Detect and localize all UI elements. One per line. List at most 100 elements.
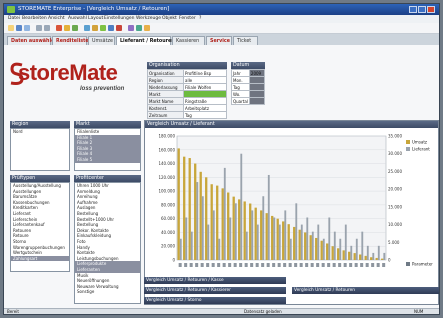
datum-value[interactable]: 2009	[248, 69, 266, 77]
tab-kassieren[interactable]: Kassieren	[172, 36, 205, 45]
x-tick-marker	[349, 263, 353, 267]
view-tab-umsatz-retouren[interactable]: Vergleich Umsatz / Retouren	[292, 287, 439, 294]
y2-tick-label: 30.000	[388, 151, 402, 156]
y-tick-label: 20.000	[161, 244, 175, 249]
y2-tick-label: 10.000	[388, 222, 402, 227]
chart-header: Vergleich Umsatz / Lieferant	[145, 121, 438, 128]
org-label: Region	[147, 76, 184, 84]
view-tab-umsatz-storno[interactable]: Vergleich Umsatz / Storno	[144, 297, 286, 304]
cut-icon[interactable]	[56, 25, 62, 31]
export-icon[interactable]	[128, 25, 134, 31]
org-value[interactable]: Arbeitsplatz	[183, 104, 227, 112]
refresh-icon[interactable]	[100, 25, 106, 31]
list-item[interactable]: Zahlungsart	[11, 255, 69, 262]
bar-umsatz	[293, 226, 296, 260]
mail-icon[interactable]	[136, 25, 142, 31]
profitcenter-list[interactable]: Uhren 1000 Uhr Anmeldung Anreihung Aufhahme…	[74, 182, 141, 304]
minimize-button[interactable]	[409, 6, 417, 13]
org-value[interactable]: alle	[183, 76, 227, 84]
parameter-label: Parameter	[412, 262, 433, 267]
bar-umsatz	[315, 237, 318, 260]
view-tab-umsatz-retouren-kassierer[interactable]: Vergleich Umsatz / Retouren / Kassierer	[144, 287, 286, 294]
datum-row: Wo.	[231, 90, 266, 98]
x-tick-marker	[228, 263, 232, 267]
menu-bearbeiten[interactable]: Bearbeiten	[22, 16, 47, 21]
x-tick-marker	[382, 263, 386, 267]
redo-icon[interactable]	[44, 25, 50, 31]
menu-werkzeuge[interactable]: Werkzeuge	[136, 16, 161, 21]
print-icon[interactable]	[24, 25, 30, 31]
menu-datei[interactable]: Datei	[8, 16, 20, 21]
list-item[interactable]: Filiale 5	[75, 156, 140, 163]
view-tab-umsatz-retouren-kasse[interactable]: Vergleich Umsatz / Retouren / Kasse	[144, 277, 286, 284]
close-button[interactable]	[427, 6, 435, 13]
app-window: STOREMATE Enterprise - [Vergleich Umsatz…	[3, 3, 440, 315]
bar-lieferant	[322, 238, 325, 260]
prueftypen-list[interactable]: Ausstellung/Ausstellung Ausstellungen Baru…	[10, 182, 70, 272]
tab-ticket[interactable]: Ticket	[233, 36, 258, 45]
filter-icon[interactable]	[108, 25, 114, 31]
org-value[interactable]: Tag	[183, 111, 227, 119]
bar-umsatz	[227, 192, 230, 260]
datum-value[interactable]	[248, 97, 266, 105]
list-item[interactable]: Nord	[11, 129, 69, 135]
help-icon[interactable]	[144, 25, 150, 31]
undo-icon[interactable]	[36, 25, 42, 31]
paste-icon[interactable]	[72, 25, 78, 31]
y-tick-label: 120.000	[158, 175, 175, 180]
window-title: STOREMATE Enterprise - [Vergleich Umsatz…	[18, 6, 170, 12]
tab-lieferant-retouren[interactable]: Lieferant / Retouren	[116, 36, 175, 45]
menu-help[interactable]: ?	[199, 16, 201, 21]
list-item[interactable]: Ausstellung/Ausstellung	[11, 183, 69, 189]
tab-renditeliste[interactable]: Renditeliste	[52, 36, 89, 45]
bar-lieferant	[344, 224, 347, 260]
bar-umsatz	[353, 253, 356, 260]
profitcenter-header: Profitcenter	[74, 175, 141, 182]
open-icon[interactable]	[8, 25, 14, 31]
menu-auswahl[interactable]: Auswahl	[68, 16, 87, 21]
storemate-logo: storeMate loss prevention	[10, 60, 138, 96]
org-value[interactable]: Filiale Wolfen	[183, 83, 227, 91]
bar-umsatz	[320, 240, 323, 260]
x-tick-marker	[354, 263, 358, 267]
datum-value[interactable]	[248, 83, 266, 91]
maximize-button[interactable]	[418, 6, 426, 13]
menu-objekt[interactable]: Objekt	[162, 16, 177, 21]
bar-umsatz	[199, 171, 202, 260]
org-value-selected[interactable]	[183, 90, 227, 98]
bar-umsatz	[205, 177, 208, 260]
org-label: Markt	[147, 90, 184, 98]
prueftypen-header: Prüftypen	[10, 175, 70, 182]
bar-umsatz	[249, 203, 252, 260]
org-value[interactable]: Ringstraße	[183, 97, 227, 105]
bar-lieferant	[339, 238, 342, 260]
bar-umsatz	[375, 257, 378, 260]
chart-icon[interactable]	[84, 25, 90, 31]
region-list[interactable]: Nord	[10, 128, 70, 171]
menu-layout[interactable]: Layout	[88, 16, 103, 21]
copy-icon[interactable]	[64, 25, 70, 31]
menu-einstellungen[interactable]: Einstellungen	[104, 16, 135, 21]
tab-service[interactable]: Service	[206, 36, 232, 45]
parameter-icon	[406, 262, 410, 266]
menu-ansicht[interactable]: Ansicht	[48, 16, 65, 21]
datum-value[interactable]	[248, 90, 266, 98]
bar-lieferant	[311, 231, 314, 260]
status-bar: Bereit Datensatz geladen NUM	[4, 308, 439, 314]
save-icon[interactable]	[16, 25, 22, 31]
markt-list[interactable]: Filialenliste Filiale 1 Filiale 2 Filiale 3…	[74, 128, 141, 171]
x-tick-marker	[261, 263, 265, 267]
status-right: NUM	[414, 309, 424, 314]
bar-lieferant	[361, 231, 364, 260]
x-tick-marker	[250, 263, 254, 267]
stop-icon[interactable]	[116, 25, 122, 31]
menu-fenster[interactable]: Fenster	[179, 16, 196, 21]
org-value[interactable]: Profitline Bsp	[183, 69, 227, 77]
tab-umsaetze[interactable]: Umsätze	[88, 36, 115, 45]
status-left: Bereit	[7, 309, 19, 314]
org-label: Niederlassung	[147, 83, 184, 91]
datum-value[interactable]	[248, 76, 266, 84]
table-icon[interactable]	[92, 25, 98, 31]
tab-daten-auswaehlen[interactable]: Daten auswählen	[7, 36, 58, 45]
list-item[interactable]: Sonstige	[75, 289, 140, 295]
